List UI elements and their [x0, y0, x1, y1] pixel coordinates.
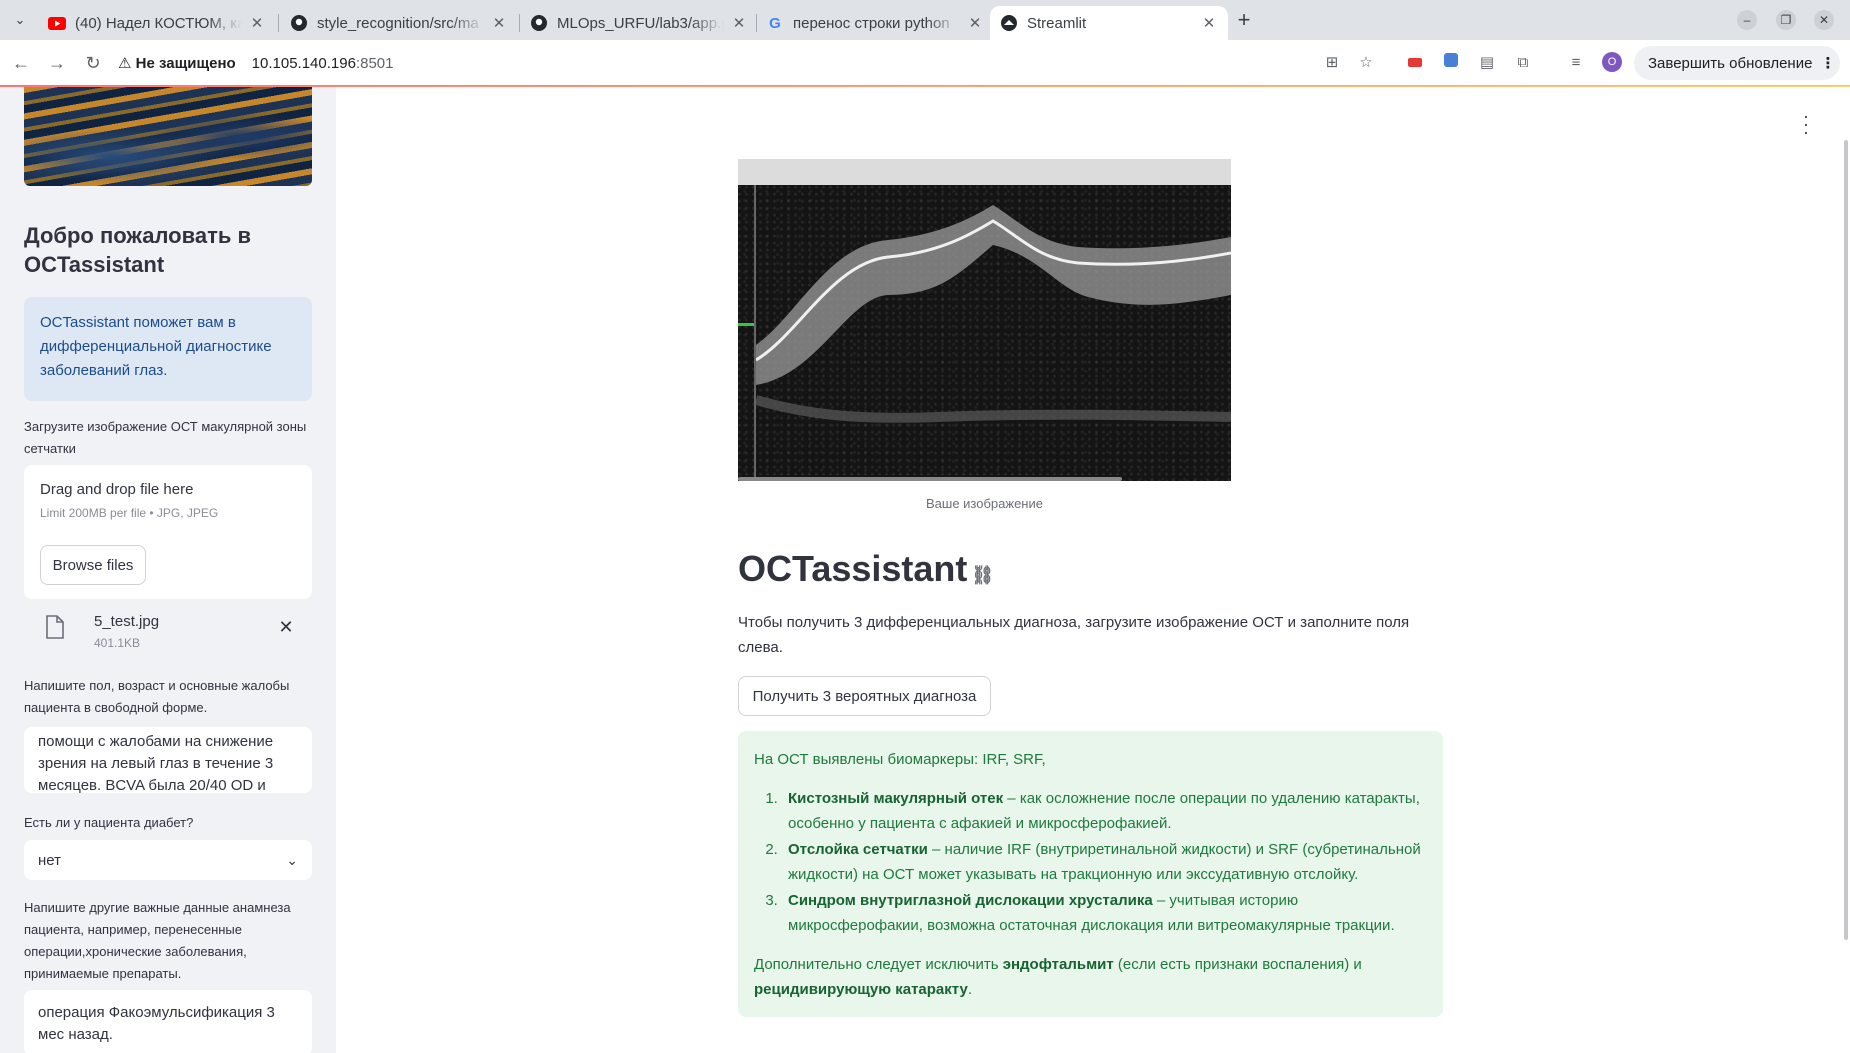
google-icon: G [769, 14, 781, 32]
diagnosis-list: Кистозный макулярный отек – как осложнен… [782, 786, 1427, 938]
sidebar-logo-image [24, 87, 312, 186]
reload-icon[interactable]: ↻ [82, 52, 104, 74]
chevron-down-icon: ⌄ [286, 851, 298, 868]
tab-close-icon[interactable]: ✕ [966, 14, 984, 32]
new-tab-plus-icon[interactable]: + [1232, 8, 1256, 32]
tab-close-icon[interactable]: ✕ [1200, 14, 1218, 32]
oct-retina-layers [738, 205, 1231, 423]
tab-strip: ⌄ (40) Надел КОСТЮМ, ка ✕ style_recognit… [0, 0, 1850, 40]
sidebar-info-box: OCTassistant поможет вам в дифференциаль… [24, 297, 312, 401]
not-secure-indicator[interactable]: ⚠ Не защищено [118, 54, 236, 72]
tab-streamlit[interactable]: Streamlit ✕ [990, 6, 1228, 40]
image-caption: Ваше изображение [926, 496, 1043, 511]
finish-update-button[interactable]: Завершить обновление ⋮ [1634, 46, 1840, 80]
intro-text: Чтобы получить 3 дифференциальных диагно… [738, 614, 1410, 656]
minimize-icon[interactable]: – [1737, 10, 1757, 30]
diabetes-label: Есть ли у пациента диабет? [24, 815, 194, 830]
upload-limit-text: Limit 200MB per file • JPG, JPEG [40, 506, 219, 520]
anamnesis-textarea[interactable]: операция Факоэмульсификация 3 мес назад. [24, 990, 312, 1053]
sidebar-title: Добро пожаловать в OCTassistant [24, 223, 252, 277]
image-scrollbar [738, 477, 1122, 481]
biomarkers-text: На ОСТ выявлены биомаркеры: IRF, SRF, [754, 751, 1046, 768]
browser-toolbar: ← → ↻ ⚠ Не защищено 10.105.140.196:8501 … [0, 40, 1850, 86]
get-diagnoses-button[interactable]: Получить 3 вероятных диагноза [738, 676, 991, 716]
browse-files-button[interactable]: Browse files [40, 545, 146, 585]
extension-reader-icon[interactable]: ▤ [1477, 53, 1497, 73]
anchor-link-icon[interactable]: ⛓ [971, 565, 994, 585]
tab-title: style_recognition/src/ma [317, 14, 479, 32]
page-title: OCTassistant ⛓ [738, 548, 995, 589]
media-controls-icon[interactable]: ≡ [1566, 53, 1586, 73]
sidebar: Добро пожаловать в OCTassistant OCTassis… [0, 87, 336, 1053]
diagnosis-result-box: На ОСТ выявлены биомаркеры: IRF, SRF, Ки… [738, 731, 1443, 1017]
diagnosis-item: Отслойка сетчатки – наличие IRF (внутрир… [782, 837, 1427, 887]
anamnesis-label: Напишите другие важные данные анамнеза п… [24, 900, 291, 981]
tab-close-icon[interactable]: ✕ [248, 14, 266, 32]
upload-label: Загрузите изображение ОСТ макулярной зон… [24, 419, 307, 456]
tab-title: (40) Надел КОСТЮМ, ка [75, 14, 242, 32]
tab-title: Streamlit [1027, 14, 1087, 32]
file-uploader-dropzone[interactable]: Drag and drop file here Limit 200MB per … [24, 465, 312, 599]
tab-close-icon[interactable]: ✕ [730, 14, 748, 32]
close-window-icon[interactable]: ✕ [1814, 10, 1834, 30]
diabetes-selected-value: нет [38, 851, 61, 869]
uploaded-file-row: 5_test.jpg 401.1KB ✕ [24, 607, 312, 657]
file-icon [46, 615, 64, 639]
youtube-icon [48, 14, 66, 32]
tab-title: перенос строки python [793, 14, 950, 32]
extension-red-icon[interactable] [1405, 53, 1425, 73]
bookmark-star-icon[interactable]: ☆ [1356, 53, 1376, 73]
streamlit-icon [1000, 14, 1018, 32]
more-vert-icon: ⋮ [1820, 55, 1836, 72]
extension-translate-icon[interactable] [1441, 53, 1461, 73]
diagnosis-item: Синдром внутриглазной дислокации хрустал… [782, 888, 1427, 938]
app-menu-kebab-icon[interactable]: · · · [1800, 107, 1812, 141]
translate-icon[interactable]: ⊞ [1322, 53, 1342, 73]
uploaded-file-size: 401.1KB [94, 636, 141, 650]
tab-github-style-recognition[interactable]: style_recognition/src/ma ✕ [280, 6, 518, 40]
tab-youtube[interactable]: (40) Надел КОСТЮМ, ка ✕ [38, 6, 276, 40]
back-arrow-icon[interactable]: ← [10, 52, 32, 74]
tab-google-search[interactable]: G перенос строки python ✕ [756, 6, 994, 40]
complaints-textarea[interactable]: помощи с жалобами на снижение зрения на … [24, 727, 312, 793]
complaints-label: Напишите пол, возраст и основные жалобы … [24, 678, 290, 715]
tab-title: MLOps_URFU/lab3/app.p [557, 14, 724, 32]
remove-file-close-icon[interactable]: ✕ [276, 617, 296, 638]
url-host: 10.105.140.196 [251, 54, 356, 72]
url-port: :8501 [355, 54, 394, 72]
extensions-puzzle-icon[interactable]: ⧉ [1513, 53, 1533, 73]
additional-exclusion-text: Дополнительно следует исключить эндофтал… [754, 956, 1362, 998]
tab-close-icon[interactable]: ✕ [490, 14, 508, 32]
address-bar[interactable]: ⚠ Не защищено 10.105.140.196:8501 [118, 46, 1348, 80]
drag-drop-text: Drag and drop file here [40, 481, 194, 498]
diabetes-select[interactable]: нет ⌄ [24, 840, 312, 880]
uploaded-file-name: 5_test.jpg [94, 613, 160, 630]
restore-icon[interactable]: ❐ [1776, 10, 1796, 30]
diagnosis-item: Кистозный макулярный отек – как осложнен… [782, 786, 1427, 836]
tab-github-mlops[interactable]: MLOps_URFU/lab3/app.p ✕ [520, 6, 758, 40]
profile-avatar[interactable]: O [1602, 52, 1622, 72]
github-icon [290, 14, 308, 32]
forward-arrow-icon[interactable]: → [46, 52, 68, 74]
oct-scan-image [738, 159, 1231, 481]
page-scrollbar[interactable] [1844, 140, 1848, 940]
github-icon [530, 14, 548, 32]
tab-search-chevron-icon[interactable]: ⌄ [8, 8, 32, 32]
